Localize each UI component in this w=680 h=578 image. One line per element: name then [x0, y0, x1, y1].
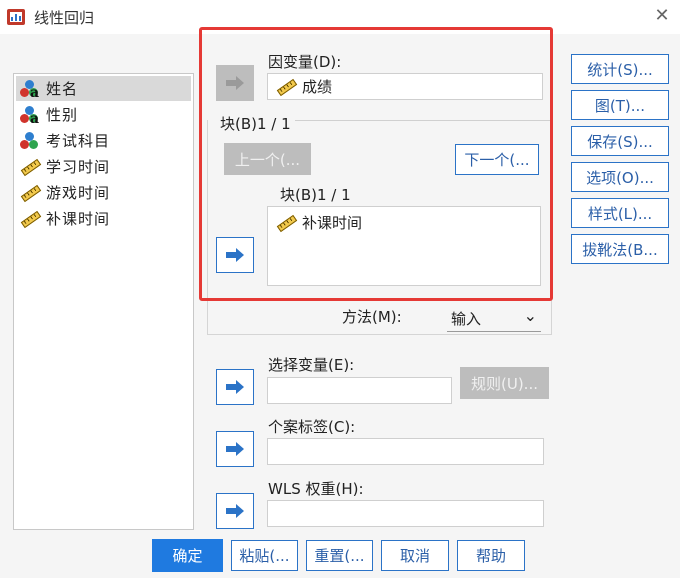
- arrow-right-icon: [226, 504, 244, 518]
- move-to-dependent-button[interactable]: [216, 65, 254, 101]
- nominal-variable-icon: [20, 131, 42, 151]
- plots-button[interactable]: 图(T)...: [571, 90, 669, 120]
- case-label-label: 个案标签(C):: [268, 418, 356, 436]
- move-to-case-label-button[interactable]: [216, 431, 254, 467]
- move-to-wls-button[interactable]: [216, 493, 254, 529]
- list-item[interactable]: a 性别: [16, 102, 191, 127]
- nominal-variable-icon: a: [20, 105, 42, 127]
- list-item[interactable]: 补课时间: [16, 206, 191, 231]
- variable-label: 考试科目: [46, 132, 111, 150]
- list-item[interactable]: 学习时间: [16, 154, 191, 179]
- move-to-independent-button[interactable]: [216, 237, 254, 273]
- method-label: 方法(M):: [342, 308, 402, 326]
- window-title: 线性回归: [34, 9, 95, 27]
- move-to-selection-button[interactable]: [216, 369, 254, 405]
- close-icon[interactable]: ✕: [650, 5, 674, 29]
- list-item[interactable]: 考试科目: [16, 128, 191, 153]
- app-icon: [6, 7, 26, 27]
- case-label-field[interactable]: [267, 438, 544, 465]
- chevron-down-icon: ⌄: [523, 306, 537, 325]
- arrow-right-icon: [226, 380, 244, 394]
- method-select[interactable]: 输入 ⌄: [447, 306, 541, 332]
- independent-value: 补课时间: [302, 214, 363, 232]
- list-item[interactable]: 游戏时间: [16, 180, 191, 205]
- style-button[interactable]: 样式(L)...: [571, 198, 669, 228]
- variable-list[interactable]: a 姓名 a 性别 考试科目 学习时间 游戏时间 补课时间: [13, 73, 194, 530]
- dependent-value: 成绩: [302, 78, 333, 96]
- arrow-right-icon: [226, 248, 244, 262]
- independent-list[interactable]: 补课时间: [267, 206, 541, 286]
- scale-variable-icon: [276, 77, 298, 97]
- options-button[interactable]: 选项(O)...: [571, 162, 669, 192]
- variable-label: 游戏时间: [46, 184, 111, 202]
- arrow-right-icon: [226, 442, 244, 456]
- title-bar: [0, 0, 680, 34]
- wls-weight-field[interactable]: [267, 500, 544, 527]
- save-button[interactable]: 保存(S)...: [571, 126, 669, 156]
- arrow-right-icon: [226, 76, 244, 90]
- selection-variable-label: 选择变量(E):: [268, 356, 355, 374]
- method-value: 输入: [451, 310, 482, 328]
- statistics-button[interactable]: 统计(S)...: [571, 54, 669, 84]
- variable-label: 补课时间: [46, 210, 111, 228]
- variable-label: 性别: [46, 106, 79, 124]
- reset-button[interactable]: 重置(...: [306, 540, 373, 571]
- paste-button[interactable]: 粘贴(...: [231, 540, 298, 571]
- previous-block-button[interactable]: 上一个(...: [224, 143, 311, 175]
- block-inner-label: 块(B)1 / 1: [280, 186, 351, 204]
- bootstrap-button[interactable]: 拔靴法(B...: [571, 234, 669, 264]
- help-button[interactable]: 帮助: [457, 540, 525, 571]
- block-group-label: 块(B)1 / 1: [220, 113, 295, 134]
- scale-variable-icon: [20, 157, 42, 177]
- list-item[interactable]: a 姓名: [16, 76, 191, 101]
- dependent-label: 因变量(D):: [268, 53, 342, 71]
- nominal-variable-icon: a: [20, 79, 42, 101]
- scale-variable-icon: [276, 213, 298, 233]
- scale-variable-icon: [20, 209, 42, 229]
- cancel-button[interactable]: 取消: [381, 540, 449, 571]
- wls-weight-label: WLS 权重(H):: [268, 480, 364, 498]
- rule-button[interactable]: 规则(U)...: [460, 367, 549, 399]
- selection-variable-field[interactable]: [267, 377, 452, 404]
- ok-button[interactable]: 确定: [152, 539, 223, 572]
- variable-label: 姓名: [46, 80, 79, 98]
- next-block-button[interactable]: 下一个(...: [455, 144, 539, 175]
- variable-label: 学习时间: [46, 158, 111, 176]
- scale-variable-icon: [20, 183, 42, 203]
- list-item[interactable]: 补课时间: [276, 212, 362, 233]
- dependent-field[interactable]: 成绩: [267, 73, 543, 100]
